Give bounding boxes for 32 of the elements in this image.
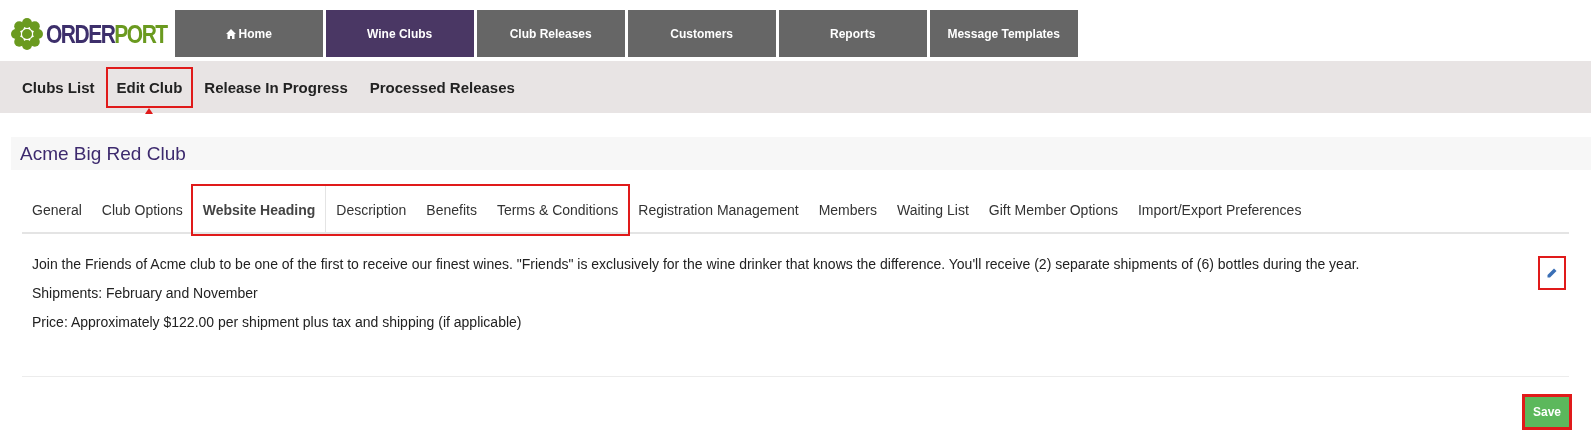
- logo-text: ORDER: [46, 19, 115, 49]
- pointer-icon: [145, 107, 154, 114]
- tab[interactable]: Waiting List: [887, 188, 979, 232]
- club-title: Acme Big Red Club: [20, 142, 186, 165]
- tab[interactable]: Club Options: [91, 188, 193, 232]
- tab[interactable]: General: [22, 188, 92, 232]
- subnav-link[interactable]: Release In Progress: [193, 66, 359, 108]
- tab[interactable]: Terms & Conditions: [486, 186, 629, 234]
- nav-tab[interactable]: Message Templates: [929, 10, 1078, 57]
- description-text: Price: Approximately $122.00 per shipment plus tax and shipping (if applicable): [32, 314, 523, 330]
- tab[interactable]: Website Heading: [192, 186, 327, 234]
- home-icon: [225, 28, 236, 39]
- nav-tab[interactable]: Wine Clubs: [325, 10, 474, 57]
- pencil-icon: [1547, 268, 1557, 278]
- tab[interactable]: Import/Export Preferences: [1128, 188, 1312, 232]
- nav-tab[interactable]: Home: [174, 10, 323, 57]
- subnav-link[interactable]: Clubs List: [11, 66, 106, 108]
- subnav-link[interactable]: Edit Club: [105, 66, 194, 108]
- description-text: Shipments: February and November: [32, 285, 259, 301]
- tab[interactable]: Benefits: [416, 186, 487, 234]
- subnav-link[interactable]: Processed Releases: [358, 66, 526, 108]
- tab[interactable]: Description: [326, 186, 417, 234]
- nav-tab[interactable]: Customers: [627, 10, 776, 57]
- tab[interactable]: Members: [808, 188, 887, 232]
- nav-tab[interactable]: Reports: [778, 10, 927, 57]
- description-text: Join the Friends of Acme club to be one of the first to receive our finest wines. "Friends" is exclusively for the wine drinker that knows the difference. You'll receive (2) separate shipments of (6) bottles during the year.: [32, 256, 1360, 272]
- flower-logo-icon: [10, 17, 44, 51]
- tab[interactable]: Gift Member Options: [978, 188, 1128, 232]
- tab[interactable]: Registration Management: [628, 188, 809, 232]
- edit-button[interactable]: [1538, 256, 1566, 290]
- logo-text: PORT: [114, 19, 167, 49]
- nav-tab[interactable]: Club Releases: [476, 10, 625, 57]
